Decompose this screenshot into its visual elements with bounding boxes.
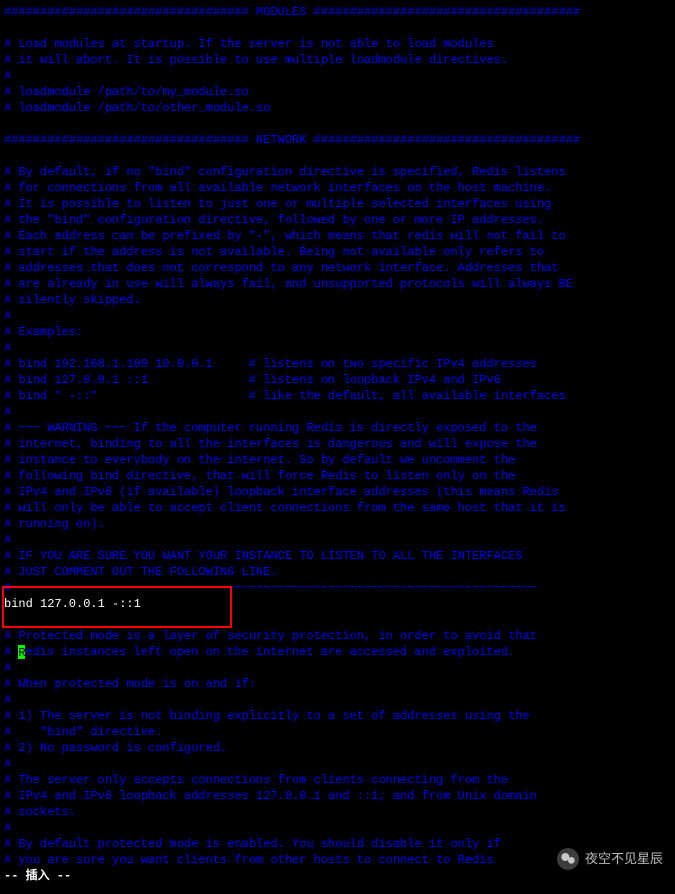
config-line: # the "bind" configuration directive, fo… <box>4 212 671 228</box>
config-line: # <box>4 660 671 676</box>
config-line: # "bind" directive. <box>4 724 671 740</box>
config-line: # 2) No password is configured. <box>4 740 671 756</box>
config-line: # for connections from all available net… <box>4 180 671 196</box>
config-line: # internet, binding to all the interface… <box>4 436 671 452</box>
config-line: # bind * -::* # like the default, all av… <box>4 388 671 404</box>
config-line <box>4 20 671 36</box>
config-line: # <box>4 68 671 84</box>
config-line: # following bind directive, that will fo… <box>4 468 671 484</box>
config-line: # Redis instances left open on the inter… <box>4 644 671 660</box>
config-line: # <box>4 532 671 548</box>
config-line: # <box>4 308 671 324</box>
config-line <box>4 612 671 628</box>
config-line: # IPv4 and IPv6 loopback addresses 127.0… <box>4 788 671 804</box>
config-line: # instance to everybody on the internet.… <box>4 452 671 468</box>
config-line: # start if the address is not available.… <box>4 244 671 260</box>
config-line: # <box>4 820 671 836</box>
config-line: # <box>4 692 671 708</box>
wechat-icon <box>557 848 579 870</box>
config-line: # IF YOU ARE SURE YOU WANT YOUR INSTANCE… <box>4 548 671 564</box>
terminal-editor[interactable]: ################################## MODUL… <box>4 4 671 868</box>
config-line: # sockets. <box>4 804 671 820</box>
config-line <box>4 116 671 132</box>
config-line: bind 127.0.0.1 -::1 <box>4 596 671 612</box>
config-line: # Protected mode is a layer of security … <box>4 628 671 644</box>
config-line: # Each address can be prefixed by "-", w… <box>4 228 671 244</box>
vim-mode-status: -- 插入 -- <box>4 868 71 884</box>
config-line: # Load modules at startup. If the server… <box>4 36 671 52</box>
config-line: # it will abort. It is possible to use m… <box>4 52 671 68</box>
config-line: # silently skipped. <box>4 292 671 308</box>
config-line: # running on). <box>4 516 671 532</box>
config-line: # The server only accepts connections fr… <box>4 772 671 788</box>
config-line: # are already in use will always fail, a… <box>4 276 671 292</box>
config-line <box>4 148 671 164</box>
config-line: ################################## NETWO… <box>4 132 671 148</box>
config-line: # JUST COMMENT OUT THE FOLLOWING LINE. <box>4 564 671 580</box>
config-line: # When protected mode is on and if: <box>4 676 671 692</box>
config-line: # loadmodule /path/to/my_module.so <box>4 84 671 100</box>
config-line: # It is possible to listen to just one o… <box>4 196 671 212</box>
config-line: # IPv4 and IPv6 (if available) loopback … <box>4 484 671 500</box>
config-line: # will only be able to accept client con… <box>4 500 671 516</box>
config-line: # ~~~ WARNING ~~~ If the computer runnin… <box>4 420 671 436</box>
config-line: # bind 127.0.0.1 ::1 # listens on loopba… <box>4 372 671 388</box>
config-line: # loadmodule /path/to/other_module.so <box>4 100 671 116</box>
config-line: # <box>4 340 671 356</box>
config-line: # By default, if no "bind" configuration… <box>4 164 671 180</box>
watermark-text: 夜空不见星辰 <box>585 851 663 867</box>
config-line: # ~~~~~~~~~~~~~~~~~~~~~~~~~~~~~~~~~~~~~~… <box>4 580 671 596</box>
config-line: ################################## MODUL… <box>4 4 671 20</box>
config-line: # 1) The server is not binding explicitl… <box>4 708 671 724</box>
watermark: 夜空不见星辰 <box>557 848 663 870</box>
config-line: # addresses that does not correspond to … <box>4 260 671 276</box>
config-line: # <box>4 404 671 420</box>
config-line: # <box>4 756 671 772</box>
config-line: # bind 192.168.1.100 10.0.0.1 # listens … <box>4 356 671 372</box>
config-line: # Examples: <box>4 324 671 340</box>
